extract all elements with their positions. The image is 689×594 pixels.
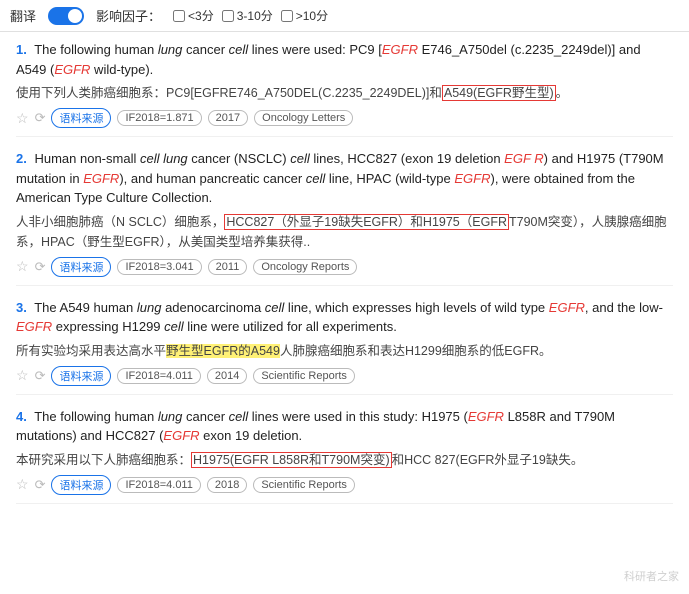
filter-gt10-checkbox[interactable] — [281, 10, 293, 22]
result-2-year-tag: 2011 — [208, 259, 248, 275]
watermark: 科研者之家 — [624, 568, 679, 584]
result-3-star[interactable]: ☆ — [16, 367, 29, 384]
result-4-refresh[interactable]: ⟳ — [35, 477, 46, 493]
result-4-zh: 本研究采用以下人肺癌细胞系：H1975(EGFR L858R和T790M突变)和… — [16, 450, 673, 470]
filter-label: 影响因子： — [96, 6, 161, 25]
result-2-source-tag[interactable]: 语料来源 — [51, 257, 111, 277]
result-item-2: 2. Human non-small cell lung cancer (NSC… — [16, 149, 673, 286]
result-2-meta: ☆ ⟳ 语料来源 IF2018=3.041 2011 Oncology Repo… — [16, 257, 673, 277]
top-bar: 翻译 影响因子： <3分 3-10分 >10分 — [0, 0, 689, 32]
result-1-meta: ☆ ⟳ 语料来源 IF2018=1.871 2017 Oncology Lett… — [16, 108, 673, 128]
translate-label: 翻译 — [10, 6, 36, 25]
result-item-3: 3. The A549 human lung adenocarcinoma ce… — [16, 298, 673, 395]
result-2-star[interactable]: ☆ — [16, 258, 29, 275]
result-4-number: 4. — [16, 409, 27, 424]
result-1-number: 1. — [16, 42, 27, 57]
result-3-journal-tag: Scientific Reports — [253, 368, 355, 384]
result-4-star[interactable]: ☆ — [16, 476, 29, 493]
result-item-1: 1. The following human lung cancer cell … — [16, 40, 673, 137]
translate-toggle[interactable] — [48, 7, 84, 25]
result-2-refresh[interactable]: ⟳ — [35, 259, 46, 275]
result-3-en: 3. The A549 human lung adenocarcinoma ce… — [16, 298, 673, 337]
result-1-zh: 使用下列人类肺癌细胞系：PC9[EGFRE746_A750DEL(C.2235_… — [16, 83, 673, 103]
result-item-4: 4. The following human lung cancer cell … — [16, 407, 673, 504]
result-1-en: 1. The following human lung cancer cell … — [16, 40, 673, 79]
filter-group: <3分 3-10分 >10分 — [173, 7, 328, 24]
filter-3-10-checkbox[interactable] — [222, 10, 234, 22]
result-3-refresh[interactable]: ⟳ — [35, 368, 46, 384]
result-3-zh: 所有实验均采用表达高水平野生型EGFR的A549人肺腺癌细胞系和表达H1299细… — [16, 341, 673, 361]
result-4-source-tag[interactable]: 语料来源 — [51, 475, 111, 495]
filter-3-10[interactable]: 3-10分 — [222, 7, 273, 24]
result-4-en: 4. The following human lung cancer cell … — [16, 407, 673, 446]
result-2-en: 2. Human non-small cell lung cancer (NSC… — [16, 149, 673, 208]
filter-gt10[interactable]: >10分 — [281, 7, 328, 24]
result-1-source-tag[interactable]: 语料来源 — [51, 108, 111, 128]
result-3-year-tag: 2014 — [207, 368, 247, 384]
result-1-journal-tag: Oncology Letters — [254, 110, 353, 126]
filter-lt3-checkbox[interactable] — [173, 10, 185, 22]
results-list: 1. The following human lung cancer cell … — [0, 32, 689, 524]
result-4-journal-tag: Scientific Reports — [253, 477, 355, 493]
result-2-number: 2. — [16, 151, 27, 166]
result-1-refresh[interactable]: ⟳ — [35, 110, 46, 126]
result-4-meta: ☆ ⟳ 语料来源 IF2018=4.011 2018 Scientific Re… — [16, 475, 673, 495]
result-3-if-tag: IF2018=4.011 — [117, 368, 200, 384]
result-3-source-tag[interactable]: 语料来源 — [51, 366, 111, 386]
result-1-year-tag: 2017 — [208, 110, 248, 126]
result-2-zh: 人非小细胞肺癌（N SCLC）细胞系，HCC827（外显子19缺失EGFR）和H… — [16, 212, 673, 252]
result-3-number: 3. — [16, 300, 27, 315]
result-1-if-tag: IF2018=1.871 — [117, 110, 201, 126]
result-1-star[interactable]: ☆ — [16, 110, 29, 127]
result-4-year-tag: 2018 — [207, 477, 247, 493]
result-2-if-tag: IF2018=3.041 — [117, 259, 201, 275]
result-2-journal-tag: Oncology Reports — [253, 259, 357, 275]
filter-lt3[interactable]: <3分 — [173, 7, 214, 24]
result-3-meta: ☆ ⟳ 语料来源 IF2018=4.011 2014 Scientific Re… — [16, 366, 673, 386]
result-4-if-tag: IF2018=4.011 — [117, 477, 200, 493]
